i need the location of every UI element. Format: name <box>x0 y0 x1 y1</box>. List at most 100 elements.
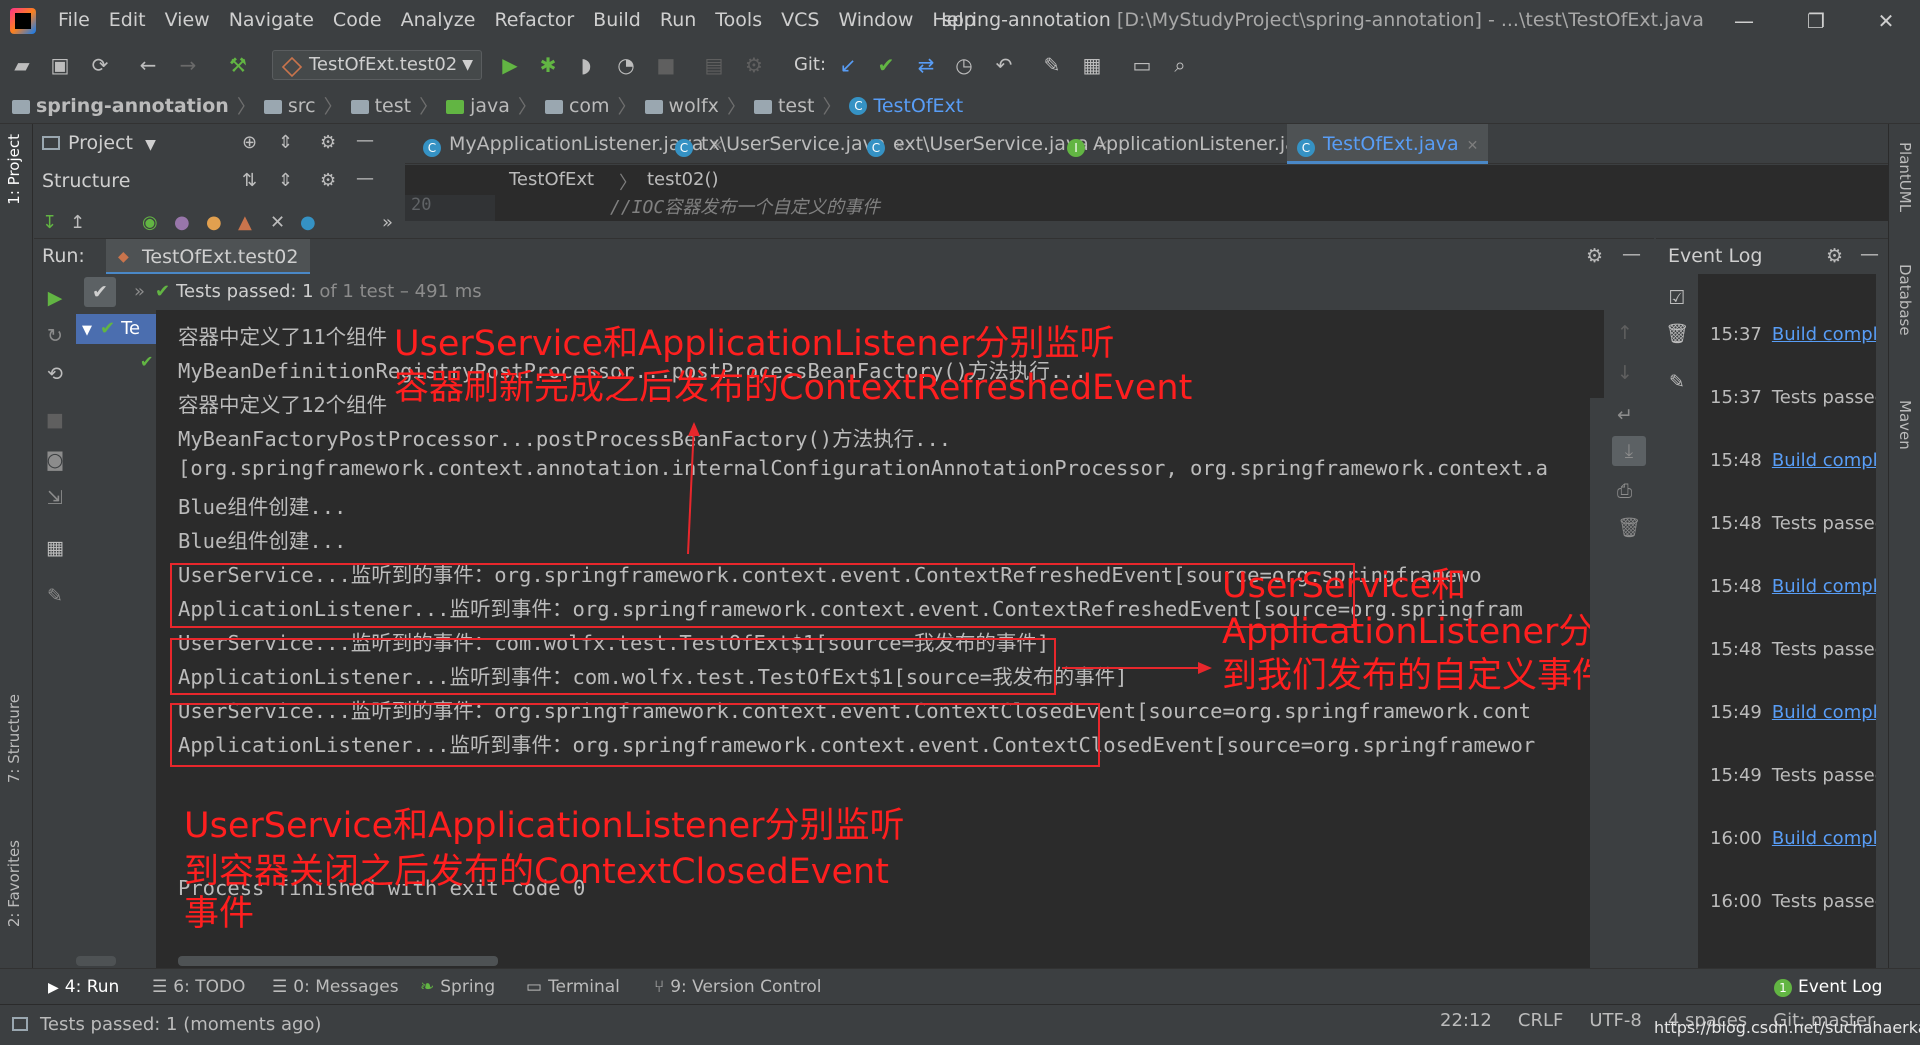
test-tree-item[interactable]: ▼ ✔ Te <box>76 314 156 344</box>
trash-icon[interactable]: 🗑 <box>1665 322 1689 346</box>
menu-code[interactable]: Code <box>333 9 382 31</box>
close-icon[interactable]: ✕ <box>1467 138 1479 154</box>
hide-icon[interactable]: — <box>356 130 374 151</box>
more-icon[interactable]: » <box>382 212 393 233</box>
more-icon[interactable]: » <box>134 281 145 302</box>
toggle-auto-test-icon[interactable]: ⟲ <box>43 362 67 386</box>
editor-crumb-class[interactable]: TestOfExt <box>509 169 594 190</box>
breadcrumb-com[interactable]: com <box>569 95 610 117</box>
locate-icon[interactable]: ⊕ <box>242 132 257 153</box>
event-link[interactable]: Build complet <box>1772 576 1888 597</box>
tab-spring[interactable]: ❧ Spring <box>420 977 495 997</box>
hide-icon[interactable]: — <box>1622 243 1641 265</box>
maven-tool-button[interactable]: Maven <box>1896 400 1914 450</box>
trash-icon[interactable]: 🗑 <box>1617 516 1641 539</box>
project-structure-icon[interactable]: ▦ <box>1080 53 1104 77</box>
tab-version-control[interactable]: ⑂ 9: Version Control <box>654 977 822 997</box>
forward-icon[interactable]: → <box>176 53 200 77</box>
revert-icon[interactable]: ↶ <box>992 53 1016 77</box>
git-commit-icon[interactable]: ✔ <box>874 53 898 77</box>
event-link[interactable]: Build complet <box>1772 702 1888 723</box>
run-icon[interactable]: ▶ <box>498 53 522 77</box>
event-link[interactable]: Build complet <box>1772 324 1888 345</box>
menu-edit[interactable]: Edit <box>109 9 146 31</box>
menu-refactor[interactable]: Refactor <box>494 9 574 31</box>
menu-navigate[interactable]: Navigate <box>229 9 314 31</box>
soft-wrap-icon[interactable]: ↵ <box>1617 404 1633 426</box>
line-separator[interactable]: CRLF <box>1518 1010 1563 1031</box>
gear-icon[interactable]: ⚙ <box>1586 245 1603 267</box>
sort-alpha-icon[interactable]: ↧ <box>42 212 57 233</box>
gear-icon[interactable]: ⚙ <box>1826 245 1843 267</box>
menu-vcs[interactable]: VCS <box>781 9 819 31</box>
show-passed-toggle[interactable]: ✔ <box>84 277 116 307</box>
layout-icon[interactable]: ▦ <box>43 536 67 560</box>
sort-icon[interactable]: ⇅ <box>242 170 257 191</box>
lambda-icon[interactable]: ● <box>300 212 316 233</box>
event-link[interactable]: Build complet <box>1772 828 1888 849</box>
open-folder-icon[interactable]: ▰ <box>10 53 34 77</box>
restore-button[interactable]: ❐ <box>1796 6 1836 36</box>
anonymous-icon[interactable]: ▲ <box>238 212 252 233</box>
gear-icon[interactable]: ⚙ <box>320 132 336 153</box>
hide-icon[interactable]: — <box>356 168 374 189</box>
build-hammer-icon[interactable]: ⚒ <box>226 53 250 77</box>
breadcrumb-wolfx[interactable]: wolfx <box>669 95 719 117</box>
status-window-icon[interactable] <box>12 1017 28 1031</box>
close-button[interactable]: ✕ <box>1866 6 1906 36</box>
breadcrumb-test[interactable]: test <box>375 95 412 117</box>
gear-icon[interactable]: ⚙ <box>320 170 336 191</box>
run-tab[interactable]: TestOfExt.test02 <box>106 239 311 275</box>
breadcrumb-test-pkg[interactable]: test <box>778 95 815 117</box>
event-log-scrollbar[interactable] <box>1876 274 1888 968</box>
event-log-list[interactable]: 15:37 Build complet 15:37 Tests passed: 15… <box>1698 274 1888 968</box>
pin-icon[interactable]: ✎ <box>43 584 67 608</box>
caret-position[interactable]: 22:12 <box>1440 1010 1492 1031</box>
collapse-icon[interactable]: ⇕ <box>278 132 293 153</box>
properties-icon[interactable]: ● <box>174 212 190 233</box>
settings-wrench-icon[interactable]: ✎ <box>1040 53 1064 77</box>
print-icon[interactable]: ⎙ <box>1617 480 1632 502</box>
file-encoding[interactable]: UTF-8 <box>1589 1010 1641 1031</box>
sort-visibility-icon[interactable]: ↥ <box>70 212 85 233</box>
favorites-tool-button[interactable]: 2: Favorites <box>5 840 23 927</box>
project-pane-header[interactable]: Project ▼ <box>34 124 404 162</box>
event-link[interactable]: Build complet <box>1772 450 1888 471</box>
menu-file[interactable]: File <box>58 9 90 31</box>
tab-messages[interactable]: ☰ 0: Messages <box>272 977 399 997</box>
stop-icon[interactable]: ■ <box>654 53 678 77</box>
breadcrumb-src[interactable]: src <box>288 95 316 117</box>
inherited-icon[interactable]: ◉ <box>142 212 158 233</box>
tab-terminal[interactable]: ▭ Terminal <box>526 977 620 997</box>
scroll-to-end-icon[interactable]: ⤓ <box>1612 436 1646 466</box>
run-configuration-select[interactable]: TestOfExt.test02 ▼ <box>272 50 482 80</box>
plantuml-tool-button[interactable]: PlantUML <box>1896 142 1914 212</box>
history-icon[interactable]: ◷ <box>952 53 976 77</box>
menu-run[interactable]: Run <box>660 9 696 31</box>
structure-tool-button[interactable]: 7: Structure <box>5 694 23 783</box>
hide-icon[interactable]: — <box>1860 243 1879 265</box>
down-arrow-icon[interactable]: ↓ <box>1617 362 1633 384</box>
console-horizontal-scrollbar[interactable] <box>178 956 498 966</box>
import-icon[interactable]: ⇲ <box>43 486 67 510</box>
menu-build[interactable]: Build <box>593 9 641 31</box>
menu-window[interactable]: Window <box>838 9 913 31</box>
rerun-failed-icon[interactable]: ↻ <box>43 324 67 348</box>
update-icon[interactable]: ▤ <box>702 53 726 77</box>
search-icon[interactable]: ⌕ <box>1168 53 1192 77</box>
menu-analyze[interactable]: Analyze <box>401 9 476 31</box>
database-tool-button[interactable]: Database <box>1896 264 1914 336</box>
event-log-button[interactable]: 1 Event Log <box>1774 977 1882 997</box>
stop-icon[interactable]: ■ <box>43 408 67 432</box>
menu-tools[interactable]: Tools <box>715 9 762 31</box>
sync-icon[interactable]: ⟳ <box>88 53 112 77</box>
up-arrow-icon[interactable]: ↑ <box>1617 322 1633 344</box>
console-vertical-scrollbar[interactable] <box>1590 398 1604 968</box>
git-push-icon[interactable]: ⇄ <box>914 53 938 77</box>
collapse-icon[interactable]: ⇕ <box>278 170 293 191</box>
tab-testofext[interactable]: C TestOfExt.java ✕ <box>1287 124 1489 164</box>
minimize-button[interactable]: — <box>1724 6 1764 36</box>
camera-icon[interactable]: ◙ <box>43 448 67 472</box>
breadcrumb-project[interactable]: spring-annotation <box>36 95 229 117</box>
terminal-toolbar-icon[interactable]: ▭ <box>1130 53 1154 77</box>
